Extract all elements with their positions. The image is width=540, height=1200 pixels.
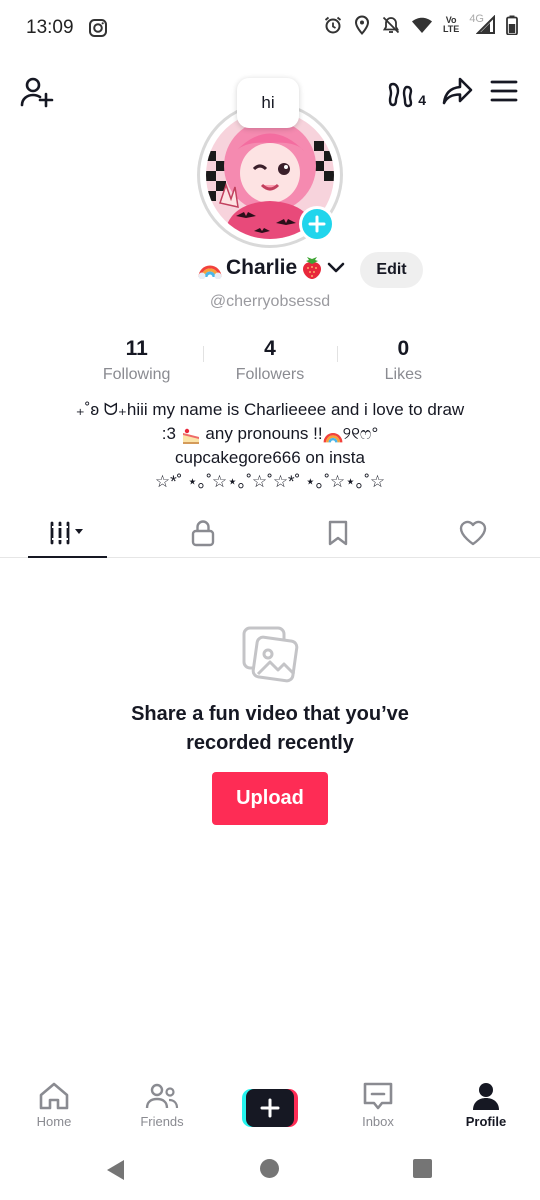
content-tabs <box>0 508 540 558</box>
name-row: Charlie Edit <box>0 252 540 292</box>
lock-icon <box>191 519 214 546</box>
status-time: 13:09 <box>26 17 74 38</box>
nav-label: Home <box>36 1114 72 1129</box>
nav-label: Profile <box>465 1114 507 1129</box>
strawberry-emoji <box>303 257 322 279</box>
add-story-button[interactable] <box>299 206 335 242</box>
home-circle-icon[interactable] <box>260 1159 279 1178</box>
wifi-icon <box>411 16 433 34</box>
cake-emoji <box>182 428 199 444</box>
heart-icon <box>459 520 486 545</box>
plus-icon <box>308 215 326 233</box>
rainbow-emoji <box>198 265 222 279</box>
footprint-icon <box>389 82 413 107</box>
photos-icon <box>240 624 300 689</box>
volte-icon: Vo LTE <box>442 15 460 34</box>
location-icon <box>353 15 371 35</box>
menu-icon[interactable] <box>490 78 518 109</box>
stat-value: 11 <box>125 337 148 360</box>
stat-label: Following <box>102 366 171 383</box>
status-icons: Vo LTE 4G <box>323 13 518 35</box>
nav-friends[interactable]: Friends <box>108 1072 216 1142</box>
battery-icon <box>506 15 518 35</box>
nav-profile[interactable]: Profile <box>432 1072 540 1142</box>
grid-icon <box>50 521 83 544</box>
signal-icon: 4G <box>469 13 496 35</box>
plus-icon <box>260 1098 280 1118</box>
nav-home[interactable]: Home <box>0 1072 108 1142</box>
instagram-icon <box>88 18 108 43</box>
views-count: 4 <box>418 91 426 108</box>
rainbow-emoji <box>323 432 343 443</box>
tab-liked[interactable] <box>405 508 540 557</box>
back-icon[interactable] <box>104 1158 126 1187</box>
note-text: hi <box>261 93 275 112</box>
note-bubble[interactable]: hi <box>237 78 299 128</box>
tab-private[interactable] <box>135 508 270 557</box>
inbox-icon <box>363 1082 393 1110</box>
edit-profile-button[interactable]: Edit <box>360 252 423 288</box>
bio-line: cupcakegore666 on insta <box>175 448 365 467</box>
recents-icon[interactable] <box>413 1159 432 1178</box>
mute-icon <box>381 15 401 35</box>
bio-line: ₊˚ʚ ᗢ₊hiii my name is Charlieeee and i l… <box>75 400 465 419</box>
topbar-actions: 4 <box>387 76 518 111</box>
home-icon <box>39 1082 69 1110</box>
stat-value: 0 <box>397 337 410 360</box>
profile-views-button[interactable]: 4 <box>387 79 426 109</box>
system-nav-bar <box>0 1150 540 1190</box>
display-name: Charlie <box>226 256 298 279</box>
stat-likes[interactable]: 0 Likes <box>336 336 470 386</box>
add-friend-icon[interactable] <box>20 75 54 114</box>
stat-following[interactable]: 11 Following <box>70 336 203 386</box>
bottom-nav: Home Friends Inbox Profile <box>0 1072 540 1142</box>
stat-value: 4 <box>264 337 276 360</box>
friends-icon <box>145 1083 179 1109</box>
nav-create[interactable] <box>216 1072 324 1142</box>
profile-icon <box>473 1083 499 1110</box>
alarm-icon <box>323 15 343 35</box>
stat-label: Followers <box>235 366 305 383</box>
bookmark-icon <box>328 520 347 545</box>
stat-followers[interactable]: 4 Followers <box>203 336 336 386</box>
nav-label: Friends <box>140 1114 184 1129</box>
empty-state-title: Share a fun video that you’ve recorded r… <box>131 703 409 754</box>
nav-inbox[interactable]: Inbox <box>324 1072 432 1142</box>
stat-label: Likes <box>384 366 422 383</box>
profile-stats: 11 Following 4 Followers 0 Likes <box>70 336 470 386</box>
status-bar: 13:09 Vo LTE 4G <box>0 0 540 58</box>
tab-favorites[interactable] <box>270 508 405 557</box>
tab-videos[interactable] <box>0 508 135 558</box>
share-icon[interactable] <box>442 76 474 111</box>
nav-label: Inbox <box>362 1114 394 1129</box>
display-name-button[interactable]: Charlie <box>198 256 345 280</box>
username-handle: @cherryobsessd <box>209 293 331 310</box>
create-button[interactable] <box>242 1089 298 1127</box>
chevron-down-icon <box>327 262 345 273</box>
upload-button[interactable]: Upload <box>212 772 328 825</box>
profile-bio: ₊˚ʚ ᗢ₊hiii my name is Charlieeee and i l… <box>0 398 540 494</box>
bio-line: ☆*˚ ⋆｡˚☆⋆｡˚☆˚☆*˚ ⋆｡˚☆⋆｡˚☆ <box>154 472 386 491</box>
bio-line: :3 any pronouns !! ୨୧ෆ° <box>161 424 379 444</box>
